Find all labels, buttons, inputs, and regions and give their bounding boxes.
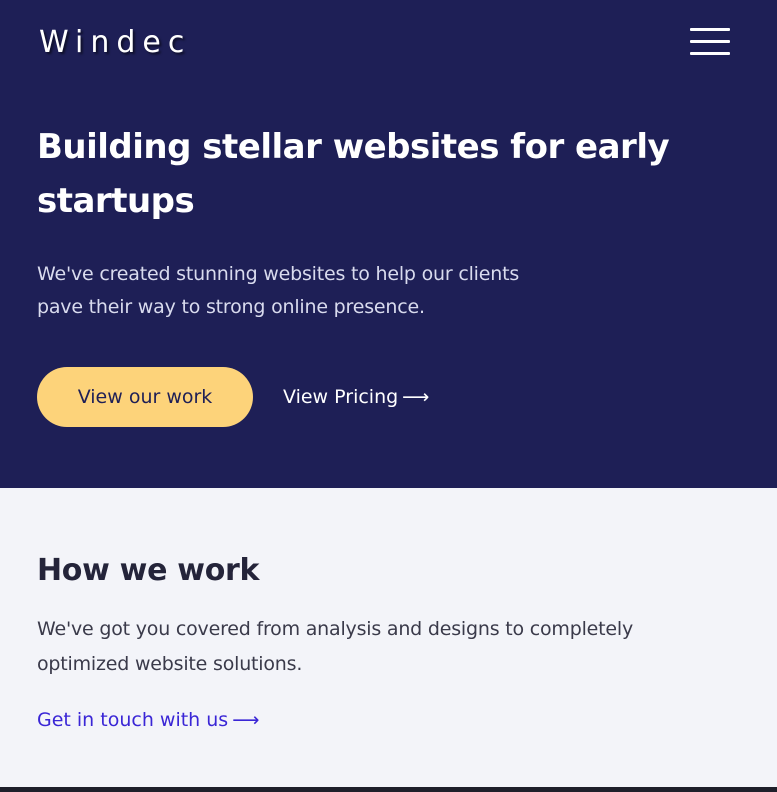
menu-bar — [690, 28, 730, 31]
hero-subtitle: We've created stunning websites to help … — [37, 263, 520, 318]
menu-bar — [690, 40, 730, 43]
footer-edge — [0, 787, 777, 792]
section-description: We've got you covered from analysis and … — [37, 618, 634, 675]
section-title: How we work — [37, 553, 260, 588]
get-in-touch-label: Get in touch with us — [37, 709, 229, 731]
view-pricing-link[interactable]: View Pricing ⟶ — [283, 382, 429, 412]
arrow-right-icon: ⟶ — [402, 386, 430, 408]
hero-title: Building stellar websites for early star… — [37, 127, 670, 221]
get-in-touch-link[interactable]: Get in touch with us ⟶ — [37, 705, 259, 735]
hero-section: Windec Building stellar websites for ear… — [0, 0, 777, 488]
logo[interactable]: Windec — [39, 26, 191, 60]
view-work-button[interactable]: View our work — [37, 367, 253, 427]
arrow-right-icon: ⟶ — [232, 709, 260, 731]
hamburger-menu-icon[interactable] — [690, 28, 730, 56]
menu-bar — [690, 52, 730, 55]
view-pricing-label: View Pricing — [283, 386, 399, 408]
